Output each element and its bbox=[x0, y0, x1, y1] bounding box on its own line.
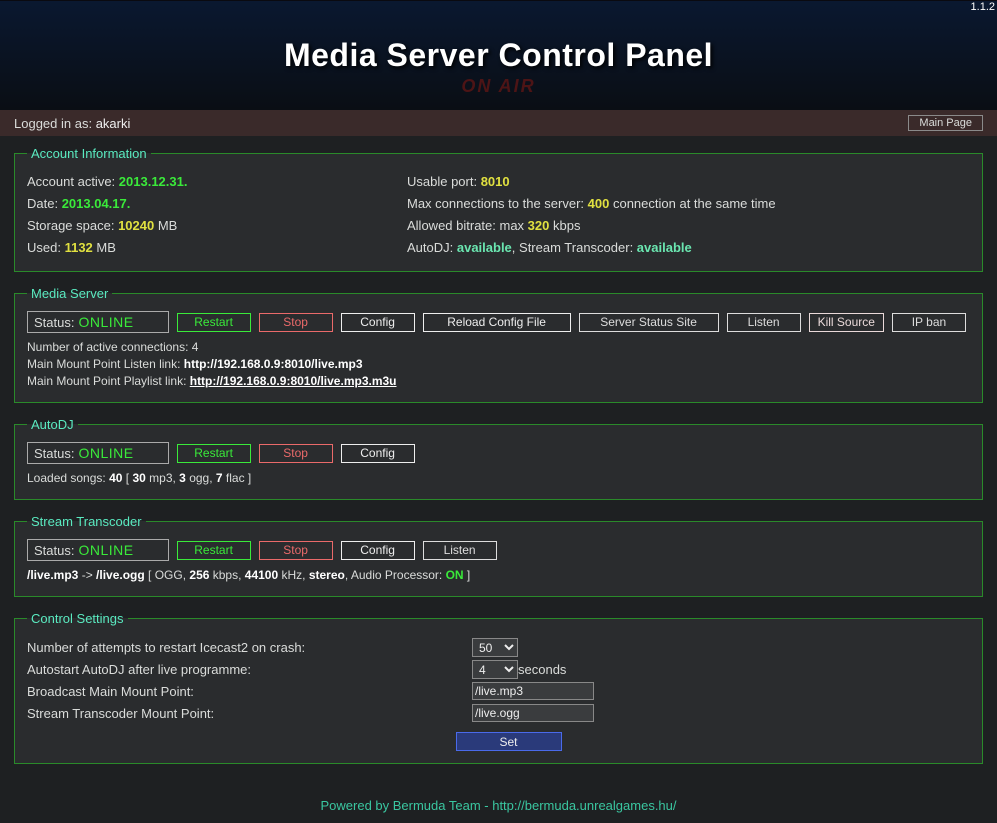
settings-legend: Control Settings bbox=[27, 611, 128, 626]
control-settings-panel: Control Settings Number of attempts to r… bbox=[14, 611, 983, 764]
transcoder-config-button[interactable]: Config bbox=[341, 541, 415, 560]
kill-source-button[interactable]: Kill Source bbox=[809, 313, 884, 332]
listen-link-line: Main Mount Point Listen link: http://192… bbox=[27, 356, 970, 373]
autostart-select[interactable]: 4 bbox=[472, 660, 518, 679]
transcoder-panel: Stream Transcoder Status: ONLINE Restart… bbox=[14, 514, 983, 597]
active-connections-line: Number of active connections: 4 bbox=[27, 339, 970, 356]
logged-in-text: Logged in as: akarki bbox=[14, 116, 130, 131]
autodj-panel: AutoDJ Status: ONLINE Restart Stop Confi… bbox=[14, 417, 983, 500]
ip-ban-button[interactable]: IP ban bbox=[892, 313, 966, 332]
transcoder-available: available bbox=[637, 240, 692, 255]
loaded-songs-line: Loaded songs: 40 [ 30 mp3, 3 ogg, 7 flac… bbox=[27, 470, 970, 487]
autodj-stop-button[interactable]: Stop bbox=[259, 444, 333, 463]
onair-text: ON AIR bbox=[461, 76, 535, 97]
account-date: 2013.04.17. bbox=[62, 196, 131, 211]
login-bar: Logged in as: akarki Main Page bbox=[0, 110, 997, 136]
transcoder-listen-button[interactable]: Listen bbox=[423, 541, 497, 560]
account-information-panel: Account Information Account active: 2013… bbox=[14, 146, 983, 272]
server-status-site-button[interactable]: Server Status Site bbox=[579, 313, 719, 332]
media-restart-button[interactable]: Restart bbox=[177, 313, 251, 332]
autodj-restart-button[interactable]: Restart bbox=[177, 444, 251, 463]
restart-attempts-label: Number of attempts to restart Icecast2 o… bbox=[27, 640, 472, 655]
autodj-legend: AutoDJ bbox=[27, 417, 78, 432]
main-page-button[interactable]: Main Page bbox=[908, 115, 983, 131]
allowed-bitrate: 320 bbox=[528, 218, 550, 233]
footer: Powered by Bermuda Team - http://bermuda… bbox=[0, 788, 997, 823]
account-legend: Account Information bbox=[27, 146, 151, 161]
autodj-config-button[interactable]: Config bbox=[341, 444, 415, 463]
media-legend: Media Server bbox=[27, 286, 112, 301]
media-server-panel: Media Server Status: ONLINE Restart Stop… bbox=[14, 286, 983, 403]
playlist-link-line: Main Mount Point Playlist link: http://1… bbox=[27, 373, 970, 390]
transcoder-status: Status: ONLINE bbox=[27, 539, 169, 561]
version-text: 1.1.2 bbox=[971, 1, 995, 13]
footer-link[interactable]: http://bermuda.unrealgames.hu/ bbox=[492, 798, 676, 813]
broadcast-mount-label: Broadcast Main Mount Point: bbox=[27, 684, 472, 699]
transcoder-mount-input[interactable] bbox=[472, 704, 594, 722]
storage-space: 10240 bbox=[118, 218, 154, 233]
restart-attempts-select[interactable]: 50 bbox=[472, 638, 518, 657]
used-space: 1132 bbox=[65, 240, 93, 255]
set-button[interactable]: Set bbox=[456, 732, 562, 751]
media-config-button[interactable]: Config bbox=[341, 313, 415, 332]
broadcast-mount-input[interactable] bbox=[472, 682, 594, 700]
media-reload-config-button[interactable]: Reload Config File bbox=[423, 313, 571, 332]
header-banner: 1.1.2 Media Server Control Panel ON AIR bbox=[0, 0, 997, 110]
page-title: Media Server Control Panel bbox=[284, 37, 713, 74]
transcoder-restart-button[interactable]: Restart bbox=[177, 541, 251, 560]
transcoder-stop-button[interactable]: Stop bbox=[259, 541, 333, 560]
max-connections: 400 bbox=[588, 196, 610, 211]
playlist-link[interactable]: http://192.168.0.9:8010/live.mp3.m3u bbox=[190, 374, 397, 388]
usable-port: 8010 bbox=[481, 174, 510, 189]
autodj-status: Status: ONLINE bbox=[27, 442, 169, 464]
media-listen-button[interactable]: Listen bbox=[727, 313, 801, 332]
autodj-available: available bbox=[457, 240, 512, 255]
media-stop-button[interactable]: Stop bbox=[259, 313, 333, 332]
account-active-date: 2013.12.31. bbox=[119, 174, 188, 189]
transcoder-mount-label: Stream Transcoder Mount Point: bbox=[27, 706, 472, 721]
autostart-label: Autostart AutoDJ after live programme: bbox=[27, 662, 472, 677]
media-status: Status: ONLINE bbox=[27, 311, 169, 333]
transcoder-info-line: /live.mp3 -> /live.ogg [ OGG, 256 kbps, … bbox=[27, 567, 970, 584]
transcoder-legend: Stream Transcoder bbox=[27, 514, 146, 529]
